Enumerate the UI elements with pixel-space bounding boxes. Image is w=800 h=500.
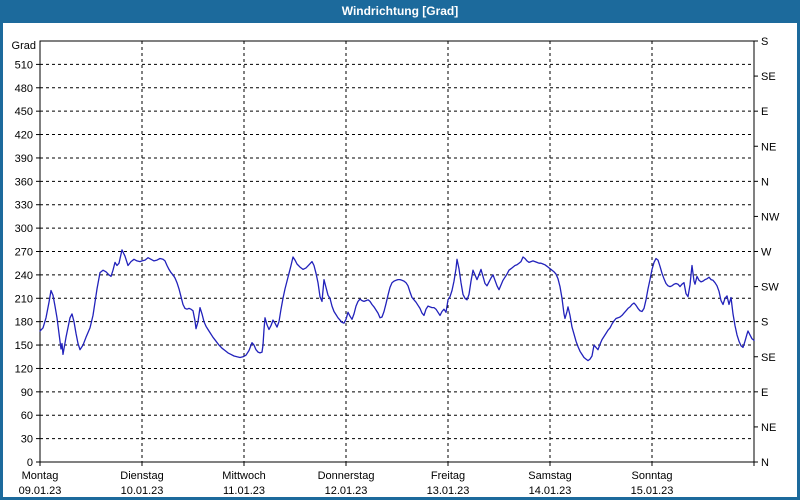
y-axis-unit-label: Grad [12,40,36,52]
left-tick-label: 270 [15,247,33,259]
right-tick-label: NE [761,422,776,434]
wind-direction-line [39,249,755,362]
day-label: Samstag [528,470,571,482]
chart-content: 0 30 60 90 120 150 180 210 240 270 300 330 360 390 420… [3,23,797,497]
left-tick-label: 30 [21,434,33,446]
left-tick-label: 60 [21,410,33,422]
right-tick-label: N [761,176,769,188]
day-label: Montag [22,470,59,482]
left-tick-label: 450 [15,106,33,118]
right-tick-label: S [761,317,768,329]
window-titlebar: Windrichtung [Grad] [0,0,800,22]
day-label: Dienstag [120,470,163,482]
date-label: 10.01.23 [121,485,164,497]
wind-direction-plot: 0 30 60 90 120 150 180 210 240 270 300 330 360 390 420… [12,36,780,497]
left-tick-label: 210 [15,293,33,305]
left-tick-label: 180 [15,317,33,329]
window-title: Windrichtung [Grad] [341,4,459,18]
date-label: 14.01.23 [529,485,572,497]
left-tick-label: 330 [15,200,33,212]
left-tick-label: 360 [15,176,33,188]
right-tick-label: NE [761,141,776,153]
date-label: 15.01.23 [631,485,674,497]
left-tick-label: 240 [15,270,33,282]
left-tick-label: 420 [15,130,33,142]
day-label: Freitag [431,470,465,482]
right-tick-label: S [761,36,768,48]
right-tick-label: SE [761,352,776,364]
day-label: Donnerstag [318,470,375,482]
date-label: 09.01.23 [19,485,62,497]
right-tick-label: E [761,106,768,118]
right-tick-label: N [761,457,769,469]
left-tick-label: 90 [21,387,33,399]
chart-window: Windrichtung [Grad] 0 30 60 90 120 150 180 210 2… [0,0,800,500]
left-tick-label: 510 [15,59,33,71]
day-label: Sonntag [632,470,673,482]
right-tick-label: E [761,387,768,399]
day-label: Mittwoch [222,470,265,482]
right-tick-label: NW [761,211,780,223]
left-tick-label: 120 [15,363,33,375]
left-tick-label: 150 [15,340,33,352]
left-tick-label: 480 [15,83,33,95]
date-label: 13.01.23 [427,485,470,497]
right-tick-label: W [761,247,772,259]
left-tick-label: 300 [15,223,33,235]
date-label: 12.01.23 [325,485,368,497]
right-tick-label: SE [761,71,776,83]
right-tick-label: SW [761,282,779,294]
left-tick-label: 0 [27,457,33,469]
left-tick-label: 390 [15,153,33,165]
date-label: 11.01.23 [223,485,265,497]
